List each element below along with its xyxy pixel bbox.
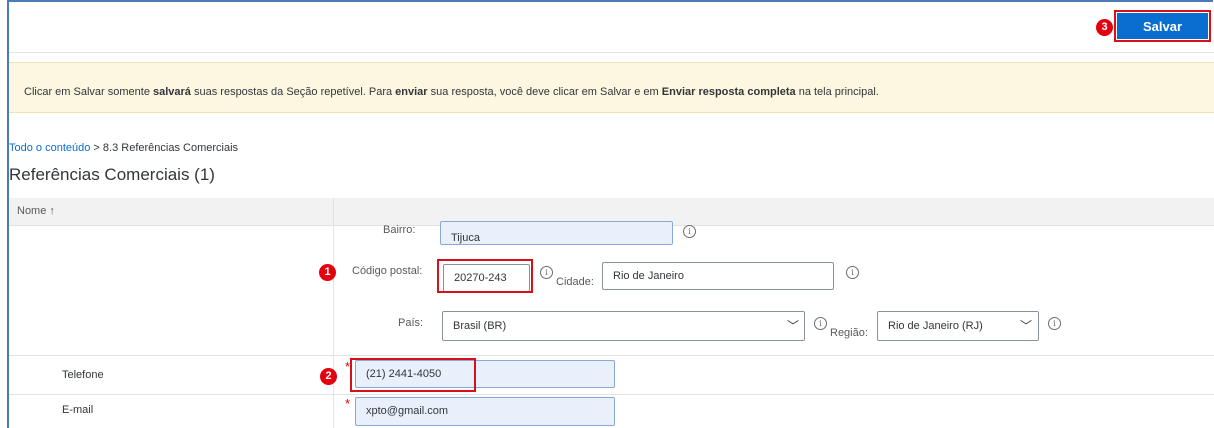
page-title: Referências Comerciais (1) (9, 165, 215, 184)
telefone-field[interactable]: (21) 2441-4050 (355, 360, 615, 388)
bairro-info-icon[interactable]: i (683, 225, 696, 238)
banner-message: Clicar em Salvar somente salvará suas re… (24, 86, 879, 98)
cidade-label: Cidade: (556, 276, 594, 288)
row-divider (9, 355, 1214, 356)
breadcrumb-link-all-content[interactable]: Todo o conteúdo (9, 142, 90, 154)
regiao-label: Região: (830, 327, 868, 339)
pais-select[interactable]: Brasil (BR) (442, 311, 805, 341)
bairro-field[interactable]: Tijuca (440, 221, 673, 245)
telefone-required-mark: * (345, 359, 351, 374)
regiao-chevron-down-icon[interactable]: ﹀ (1020, 317, 1032, 334)
cep-label: Código postal: (352, 265, 423, 277)
cep-field[interactable]: 20270-243 (443, 264, 530, 292)
step-marker-1: 1 (319, 264, 336, 281)
step-marker-2: 2 (320, 368, 337, 385)
email-required-mark: * (345, 396, 351, 411)
info-banner: Clicar em Salvar somente salvará suas re… (9, 62, 1214, 113)
row-divider (9, 394, 1214, 395)
cidade-info-icon[interactable]: i (846, 266, 859, 279)
breadcrumb: Todo o conteúdo > 8.3 Referências Comerc… (9, 142, 239, 154)
email-field[interactable]: xpto@gmail.com (355, 397, 615, 426)
cidade-field[interactable]: Rio de Janeiro (602, 262, 834, 290)
pais-chevron-down-icon[interactable]: ﹀ (787, 317, 799, 334)
telefone-label: Telefone (62, 369, 104, 381)
top-toolbar (9, 2, 1214, 53)
regiao-select[interactable]: Rio de Janeiro (RJ) (877, 311, 1039, 341)
step-marker-3: 3 (1096, 19, 1113, 36)
regiao-info-icon[interactable]: i (1048, 317, 1061, 330)
cep-info-icon[interactable]: i (540, 266, 553, 279)
pais-label: País: (398, 317, 424, 329)
email-label: E-mail (62, 404, 94, 416)
bairro-label: Bairro: (383, 224, 416, 236)
save-button[interactable]: Salvar (1117, 13, 1208, 39)
breadcrumb-current: 8.3 Referências Comerciais (102, 142, 239, 154)
column-header-nome[interactable]: Nome ↑ (17, 205, 55, 217)
pais-info-icon[interactable]: i (814, 317, 827, 330)
